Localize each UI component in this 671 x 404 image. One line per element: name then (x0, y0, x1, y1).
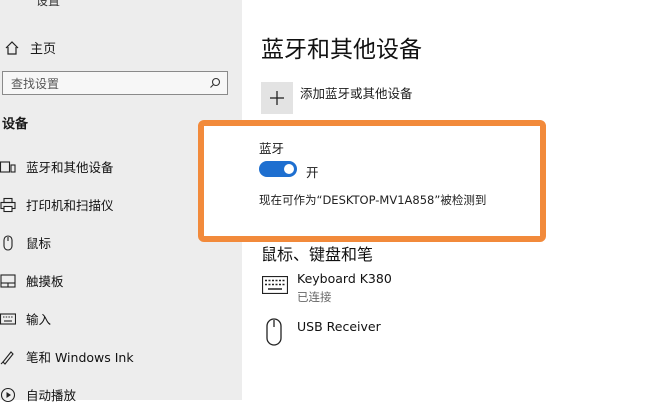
sidebar-item-label: 笔和 Windows Ink (26, 350, 134, 365)
add-device-label[interactable]: 添加蓝牙或其他设备 (300, 83, 413, 102)
keyboard-icon (262, 276, 288, 294)
sidebar-item-touchpad[interactable]: 触摸板 (0, 271, 64, 290)
sidebar-item-label: 蓝牙和其他设备 (26, 160, 114, 175)
highlight-box (198, 120, 546, 242)
section-title-peripherals: 鼠标、键盘和笔 (261, 245, 374, 264)
device-name: USB Receiver (297, 319, 381, 334)
sidebar-home[interactable]: 主页 (4, 38, 56, 57)
touchpad-icon (0, 273, 16, 288)
plus-icon (270, 91, 284, 105)
mouse-icon (3, 234, 13, 251)
bluetooth-toggle-state: 开 (306, 165, 319, 180)
printer-icon (0, 197, 16, 212)
sidebar-item-bluetooth[interactable]: 蓝牙和其他设备 (0, 157, 114, 176)
sidebar-section-devices: 设备 (2, 117, 29, 132)
toggle-knob (284, 164, 294, 174)
sidebar-item-typing[interactable]: 输入 (0, 309, 51, 328)
sidebar-item-label: 打印机和扫描仪 (26, 198, 114, 213)
sidebar-item-pen[interactable]: 笔和 Windows Ink (0, 347, 134, 366)
search-input[interactable]: 查找设置 (2, 71, 228, 95)
search-icon (210, 77, 221, 88)
home-icon (5, 40, 19, 55)
add-device-button[interactable] (261, 82, 293, 114)
sidebar-item-label: 触摸板 (26, 274, 64, 289)
bluetooth-toggle[interactable] (259, 161, 297, 177)
sidebar-item-printers[interactable]: 打印机和扫描仪 (0, 195, 114, 214)
sidebar-item-label: 输入 (26, 312, 52, 327)
bluetooth-devices-icon (0, 160, 16, 173)
sidebar-item-label: 鼠标 (26, 236, 52, 251)
device-status: 已连接 (297, 290, 332, 304)
discoverable-text: 现在可作为“DESKTOP-MV1A858”被检测到 (259, 193, 487, 207)
search-placeholder: 查找设置 (11, 76, 60, 91)
pen-icon (0, 350, 14, 365)
sidebar-item-autoplay[interactable]: 自动播放 (0, 385, 76, 404)
autoplay-icon (0, 387, 16, 402)
device-name: Keyboard K380 (297, 271, 392, 286)
sidebar-item-label: 自动播放 (26, 388, 77, 403)
sidebar-item-mouse[interactable]: 鼠标 (0, 233, 51, 252)
mouse-icon (266, 318, 282, 346)
page-title: 蓝牙和其他设备 (261, 37, 422, 63)
bluetooth-label: 蓝牙 (259, 141, 285, 156)
window-title: 设置 (36, 0, 61, 8)
sidebar-home-label: 主页 (30, 42, 57, 57)
keyboard-icon (0, 312, 16, 325)
